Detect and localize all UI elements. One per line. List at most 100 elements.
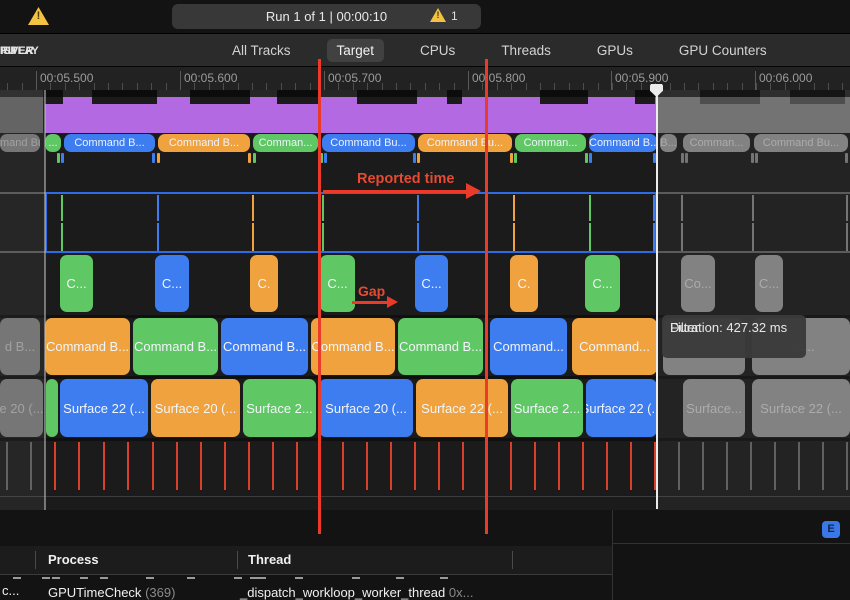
command-buffer-pill[interactable]: Command Bu... (418, 134, 512, 152)
column-header-thread[interactable]: Thread (248, 552, 291, 567)
compute-block[interactable]: C... (60, 255, 93, 312)
surface-block[interactable]: Surface 2... (243, 379, 316, 437)
interval-spike (61, 223, 63, 251)
vsync-tick (127, 442, 129, 490)
signal-tick (417, 153, 420, 163)
clipped-row-mark (52, 577, 60, 579)
cell-address: 0x... (449, 585, 474, 600)
command-buffer-pill[interactable]: ... (45, 134, 61, 152)
interval-spike (157, 195, 159, 221)
interval-spike (653, 195, 655, 221)
command-buffer-block[interactable]: Command B... (311, 318, 395, 375)
vertex-band-notch (190, 97, 250, 104)
command-buffer-pill[interactable]: Comman... (253, 134, 318, 152)
command-buffer-pill[interactable]: Command B... (589, 134, 657, 152)
vsync-tick (462, 442, 464, 490)
tab-gpus[interactable]: GPUs (587, 39, 643, 62)
command-buffer-pill[interactable]: Command B... (64, 134, 155, 152)
command-buffer-block[interactable]: Command B... (133, 318, 218, 375)
gap-arrowhead (387, 296, 398, 308)
timeline-ruler[interactable]: 00:05.50000:05.60000:05.70000:05.80000:0… (0, 66, 850, 90)
vsync-tick (390, 442, 392, 490)
ruler-time-label: 00:05.600 (184, 71, 237, 85)
tab-threads[interactable]: Threads (491, 39, 561, 62)
column-header-process[interactable]: Process (48, 552, 99, 567)
vsync-tick (296, 442, 298, 490)
ruler-time-label: 00:06.000 (759, 71, 812, 85)
signal-tick (57, 153, 60, 163)
extended-detail-badge[interactable]: E (822, 521, 840, 538)
command-buffer-pill[interactable]: Command Bu... (322, 134, 415, 152)
filter-dim-right (657, 90, 850, 510)
reported-time-arrow (323, 190, 471, 193)
ruler-major-tick (611, 71, 612, 91)
command-buffer-pill[interactable]: Comman... (515, 134, 586, 152)
tab-cpus[interactable]: CPUs (410, 39, 465, 62)
clipped-row-mark (80, 577, 88, 579)
interval-spike (417, 223, 419, 251)
annotation-line-end (485, 59, 488, 534)
run-status-pill[interactable]: Run 1 of 1 | 00:00:10 ! 1 (172, 4, 481, 29)
surface-block[interactable]: Surface 22 (... (60, 379, 148, 437)
signal-tick (157, 153, 160, 163)
surface-block[interactable]: Surface 20 (... (151, 379, 240, 437)
vsync-tick (272, 442, 274, 490)
command-buffer-block[interactable]: Command B... (221, 318, 308, 375)
command-buffer-pill[interactable]: Command B... (158, 134, 250, 152)
surface-block[interactable] (46, 379, 58, 437)
surface-block[interactable]: Surface 20 (... (319, 379, 413, 437)
warning-badge[interactable]: ! 1 (430, 8, 478, 25)
tab-all-tracks[interactable]: All Tracks (222, 39, 301, 62)
vsync-tick (224, 442, 226, 490)
interval-spike (252, 223, 254, 251)
vsync-tick (103, 442, 105, 490)
track-scope-tabs: All Tracks Target CPUs Threads GPUs GPU Count… (222, 34, 777, 67)
interval-spike (653, 223, 655, 251)
signal-tick (585, 153, 588, 163)
ruler-major-tick (468, 71, 469, 91)
ruler-major-tick (755, 71, 756, 91)
tab-gpu-counters[interactable]: GPU Counters (669, 39, 777, 62)
compute-block[interactable]: C... (415, 255, 448, 312)
compute-block[interactable]: C... (320, 255, 355, 312)
track-area: mand Bu......Command B...Command B...Com… (0, 90, 850, 510)
signal-tick (589, 153, 592, 163)
surface-block[interactable]: Surface 22 (... (416, 379, 508, 437)
command-buffer-block[interactable]: Command B... (398, 318, 483, 375)
clipped-row-mark (258, 577, 266, 579)
interval-spike (589, 195, 591, 221)
surface-block[interactable]: Surface 2... (511, 379, 583, 437)
tab-target[interactable]: Target (327, 39, 385, 62)
signal-tick (413, 153, 416, 163)
vsync-tick (510, 442, 512, 490)
compute-block[interactable]: C... (585, 255, 620, 312)
panel-divider (612, 543, 850, 544)
clipped-row-mark (42, 577, 50, 579)
cell-process: GPUTimeCheck (369) (48, 583, 175, 598)
table-row[interactable]: c... GPUTimeCheck (369) _dispatch_worklo… (0, 581, 850, 600)
signal-tick (510, 153, 513, 163)
interval-spike (322, 195, 324, 221)
clipped-row-mark (440, 577, 448, 579)
clipped-row-mark (234, 577, 242, 579)
compute-block[interactable]: C. (510, 255, 538, 312)
warning-icon[interactable]: ! (28, 7, 49, 25)
interval-spike (589, 223, 591, 251)
command-buffer-block[interactable]: Command... (572, 318, 657, 375)
vertex-band-notch (92, 97, 157, 104)
vsync-tick (248, 442, 250, 490)
ruler-time-label: 00:05.900 (615, 71, 668, 85)
compute-block[interactable]: C... (155, 255, 189, 312)
playhead-line[interactable] (656, 85, 658, 509)
gap-label: Gap (358, 283, 385, 299)
vsync-tick (54, 442, 56, 490)
surface-block[interactable]: Surface 22 (... (586, 379, 657, 437)
warning-count: 1 (451, 9, 458, 23)
compute-block[interactable]: C. (250, 255, 278, 312)
signal-tick (253, 153, 256, 163)
reported-time-arrowhead (466, 183, 481, 199)
command-buffer-block[interactable]: Command B... (45, 318, 130, 375)
command-buffer-block[interactable]: Command... (490, 318, 567, 375)
ruler-time-label: 00:05.700 (328, 71, 381, 85)
ruler-time-label: 00:05.500 (40, 71, 93, 85)
